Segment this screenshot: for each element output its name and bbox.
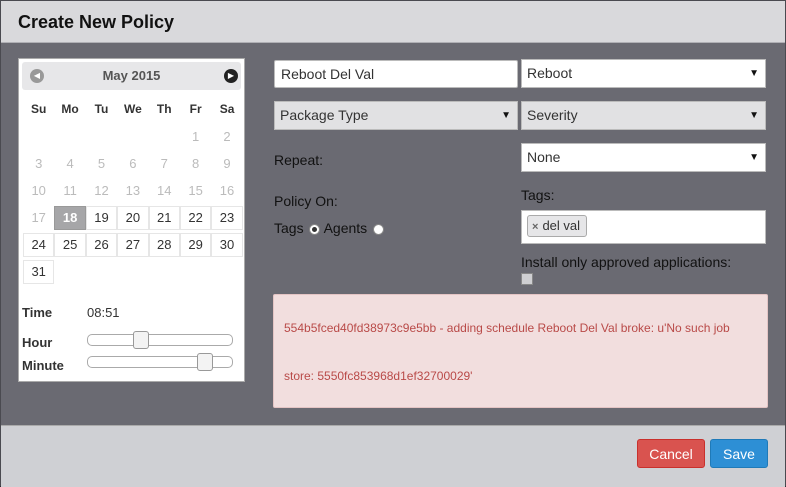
calendar-disabled-day: 17 [31, 210, 46, 225]
severity-select[interactable]: Severity ▼ [521, 101, 766, 130]
calendar-day[interactable]: 25 [54, 233, 86, 257]
calendar-day[interactable]: 29 [179, 233, 212, 257]
weekday-header-row: Su Mo Tu We Th Fr Sa [23, 97, 243, 124]
approved-apps-checkbox[interactable] [521, 273, 533, 285]
time-value: 08:51 [87, 305, 120, 320]
policy-on-label: Policy On: [274, 193, 338, 209]
repeat-select[interactable]: None ▼ [521, 143, 766, 172]
next-month-icon[interactable]: ▶ [224, 69, 238, 83]
weekday-label: Tu [94, 102, 109, 116]
calendar-disabled-day: 1 [192, 129, 200, 144]
severity-select-value: Severity [527, 107, 578, 123]
approved-apps-label: Install only approved applications: [521, 254, 732, 270]
calendar-week-row: 12 [23, 124, 243, 151]
calendar-disabled-day: 4 [66, 156, 74, 171]
weekday-label: Fr [189, 102, 202, 116]
caret-down-icon: ▼ [749, 110, 759, 121]
weekday-label: We [123, 102, 142, 116]
calendar-week-row: 3 4 5 6 7 8 9 [23, 151, 243, 178]
calendar-day[interactable]: 27 [117, 233, 149, 257]
calendar-week-row: 17 18 19 20 21 22 23 [23, 205, 243, 232]
calendar-disabled-day: 14 [157, 183, 172, 198]
calendar-disabled-day: 8 [192, 156, 200, 171]
tags-label: Tags: [521, 187, 555, 203]
minute-label: Minute [22, 358, 64, 373]
calendar-day[interactable]: 20 [117, 206, 149, 230]
caret-down-icon: ▼ [749, 152, 759, 163]
calendar-disabled-day: 2 [223, 129, 231, 144]
calendar-disabled-day: 9 [223, 156, 231, 171]
minute-slider-handle[interactable] [196, 353, 213, 371]
caret-down-icon: ▼ [749, 68, 759, 79]
dialog-title: Create New Policy [18, 12, 175, 32]
weekday-label: Su [31, 102, 47, 116]
tag-chip-label: del val [542, 218, 581, 233]
policy-on-options: Tags Agents [274, 220, 385, 236]
tag-chip: × del val [527, 215, 588, 237]
minute-slider[interactable] [87, 353, 233, 371]
calendar-day[interactable]: 21 [148, 206, 180, 230]
calendar-disabled-day: 12 [94, 183, 109, 198]
calendar-disabled-day: 10 [31, 183, 46, 198]
weekday-label: Sa [219, 102, 235, 116]
calendar-day[interactable]: 19 [85, 206, 118, 230]
dialog-header: Create New Policy [1, 1, 785, 43]
calendar-disabled-day: 11 [63, 183, 77, 198]
calendar-day[interactable]: 30 [211, 233, 243, 257]
tags-radio-label: Tags [274, 220, 304, 236]
hour-slider-handle[interactable] [132, 331, 149, 349]
calendar-week-row: 24 25 26 27 28 29 30 [23, 232, 243, 259]
calendar-grid: Su Mo Tu We Th Fr Sa 1 2 3 4 5 6 7 8 9 10 11 12 13 14 15 16 17 1… [23, 97, 243, 286]
remove-tag-icon[interactable]: × [532, 221, 538, 233]
calendar-header: ◀ May 2015 ▶ [22, 62, 241, 90]
repeat-select-value: None [527, 149, 561, 165]
calendar-week-row: 10 11 12 13 14 15 16 [23, 178, 243, 205]
calendar-month-title: May 2015 [102, 68, 161, 83]
cancel-button[interactable]: Cancel [637, 439, 705, 468]
calendar-disabled-day: 6 [129, 156, 137, 171]
error-message-line-1: 554b5fced40fd38973c9e5bb - adding schedu… [284, 321, 730, 335]
tags-input[interactable]: × del val [521, 210, 766, 244]
calendar-week-row: 31 [23, 259, 243, 286]
weekday-label: Mo [61, 102, 79, 116]
error-message-line-2: store: 5550fc853968d1ef32700029' [284, 369, 473, 383]
calendar-disabled-day: 5 [97, 156, 106, 171]
time-label: Time [22, 305, 53, 320]
calendar-disabled-day: 16 [219, 183, 235, 198]
repeat-label: Repeat: [274, 152, 324, 168]
save-button[interactable]: Save [710, 439, 768, 468]
hour-label: Hour [22, 335, 53, 350]
calendar-disabled-day: 3 [35, 156, 43, 171]
weekday-label: Th [156, 102, 172, 116]
package-type-select-value: Package Type [280, 107, 369, 123]
hour-slider[interactable] [87, 331, 233, 349]
caret-down-icon: ▼ [501, 110, 511, 121]
calendar-day[interactable]: 24 [23, 233, 55, 257]
error-alert: 554b5fced40fd38973c9e5bb - adding schedu… [273, 294, 768, 408]
create-policy-dialog: Create New Policy ◀ May 2015 ▶ Su Mo Tu We T… [0, 0, 786, 487]
calendar-day[interactable]: 28 [148, 233, 180, 257]
policy-name-input[interactable]: Reboot Del Val [274, 60, 518, 88]
tags-radio[interactable] [309, 223, 321, 235]
calendar-day[interactable]: 22 [179, 206, 212, 230]
calendar-disabled-day: 7 [160, 156, 168, 171]
package-type-select[interactable]: Package Type ▼ [274, 101, 518, 130]
calendar-disabled-day: 15 [188, 183, 203, 198]
calendar-day[interactable]: 23 [211, 206, 243, 230]
date-time-picker: ◀ May 2015 ▶ Su Mo Tu We Th Fr Sa 1 2 3 4 5 6 7 8 9 10 11… [18, 58, 245, 382]
operation-select-value: Reboot [527, 65, 573, 81]
operation-select[interactable]: Reboot ▼ [521, 59, 766, 88]
calendar-day[interactable]: 31 [23, 260, 55, 284]
calendar-day[interactable]: 26 [85, 233, 118, 257]
calendar-disabled-day: 13 [125, 183, 141, 198]
agents-radio-label: Agents [323, 220, 368, 236]
calendar-selected-day[interactable]: 18 [54, 206, 86, 230]
agents-radio[interactable] [373, 223, 385, 235]
